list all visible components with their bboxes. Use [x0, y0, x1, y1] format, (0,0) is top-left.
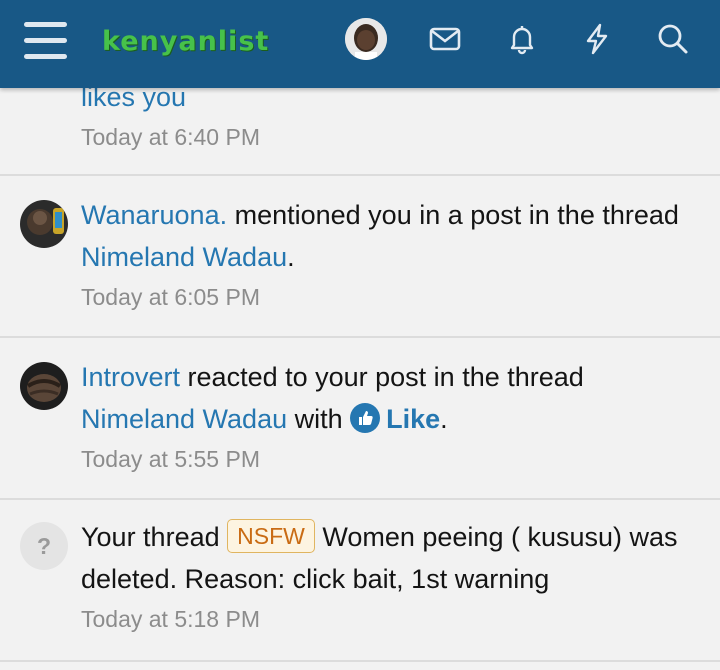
placeholder-avatar: ?: [20, 522, 68, 570]
search-icon[interactable]: [656, 22, 690, 56]
account-avatar[interactable]: [345, 18, 387, 60]
thread-prefix-badge: NSFW: [227, 519, 315, 553]
top-navigation-bar: kenyanlist: [0, 0, 720, 88]
thread-link[interactable]: Nimeland Wadau: [81, 404, 287, 434]
notification-item[interactable]: Introvert reacted to your post in the th…: [0, 338, 720, 500]
menu-icon[interactable]: [24, 22, 67, 60]
notification-text: Introvert reacted to your post in the th…: [81, 362, 584, 434]
notification-text: Your thread NSFW Women peeing ( kususu) …: [81, 516, 701, 600]
user-avatar[interactable]: [20, 200, 68, 248]
reaction-label: Like: [386, 404, 441, 434]
thread-link[interactable]: Nimeland Wadau: [81, 242, 287, 272]
user-link[interactable]: Wanaruona.: [81, 200, 227, 230]
notification-time: Today at 6:05 PM: [81, 284, 260, 310]
user-avatar[interactable]: [20, 362, 68, 410]
notification-time: Today at 6:40 PM: [81, 124, 260, 150]
bell-icon[interactable]: [505, 22, 539, 56]
user-link[interactable]: Introvert: [81, 362, 180, 392]
like-icon: [350, 403, 381, 433]
notification-item[interactable]: ? Your thread NSFW Women peeing ( kususu…: [0, 500, 720, 662]
envelope-icon[interactable]: [428, 22, 462, 56]
notification-text: Wanaruona. mentioned you in a post in th…: [81, 200, 679, 272]
site-logo[interactable]: kenyanlist: [102, 22, 269, 62]
notification-item[interactable]: Wanaruona. mentioned you in a post in th…: [0, 176, 720, 338]
notification-time: Today at 5:55 PM: [81, 446, 260, 472]
bolt-icon[interactable]: [580, 22, 614, 56]
notification-time: Today at 5:18 PM: [81, 606, 260, 632]
